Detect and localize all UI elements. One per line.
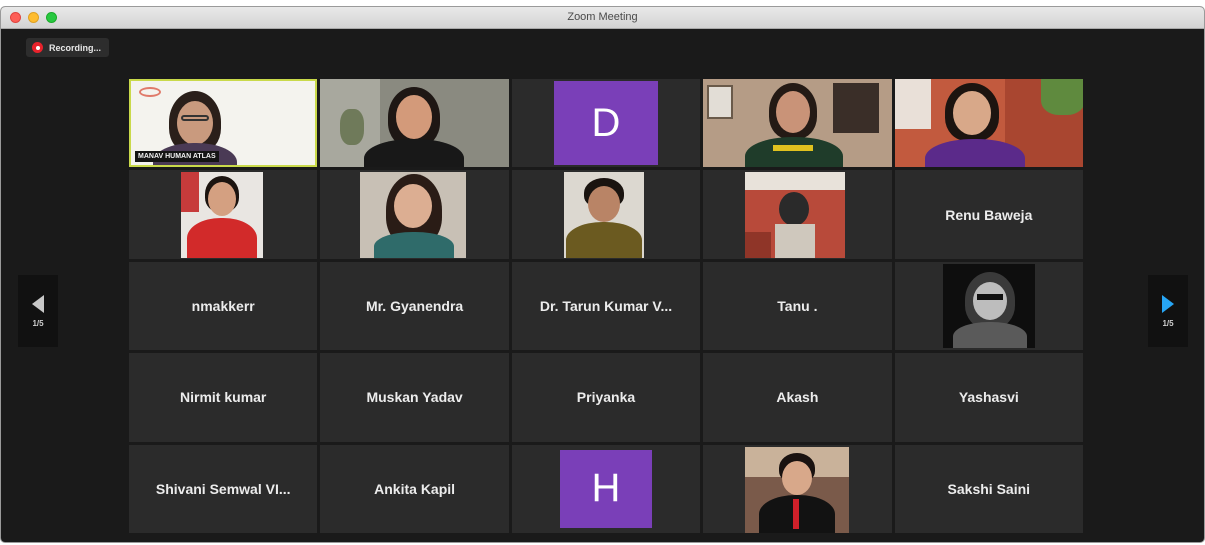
- participant-tile[interactable]: H: [511, 444, 701, 533]
- participant-name: Ankita Kapil: [374, 480, 456, 497]
- participant-tile[interactable]: [320, 79, 509, 168]
- participant-initial-avatar: D: [553, 81, 658, 166]
- participant-video: [181, 172, 263, 259]
- participant-video: [360, 172, 467, 259]
- participant-tile[interactable]: Sakshi Saini: [894, 444, 1083, 533]
- participant-initial-avatar: H: [559, 449, 652, 528]
- participant-video: [745, 446, 850, 533]
- participant-video: [745, 172, 846, 259]
- participant-tile[interactable]: Tanu .: [703, 261, 892, 351]
- participant-name: Nirmit kumar: [180, 389, 267, 406]
- participant-tile[interactable]: [894, 261, 1083, 351]
- participant-video: [563, 172, 644, 259]
- participant-tile[interactable]: [320, 170, 509, 259]
- page-indicator-right: 1/5: [1162, 318, 1174, 328]
- window-title: Zoom Meeting: [567, 11, 638, 23]
- participant-video: [942, 263, 1035, 348]
- participant-tile[interactable]: Akash: [703, 353, 892, 442]
- participant-tile[interactable]: Ankita Kapil: [320, 444, 509, 533]
- participant-name: Priyanka: [576, 389, 636, 406]
- participant-name: Shivani Semwal VI...: [155, 480, 291, 497]
- participant-name: Dr. Tarun Kumar V...: [539, 297, 673, 314]
- participant-tile[interactable]: [511, 170, 701, 259]
- zoom-window: Zoom Meeting Recording... 1/5 1/5 MANAV …: [0, 6, 1205, 543]
- participant-name: Yashasvi: [958, 389, 1019, 406]
- participant-name: Akash: [776, 389, 819, 406]
- title-bar: Zoom Meeting: [1, 7, 1204, 29]
- participant-name: nmakkerr: [191, 297, 255, 314]
- participant-tile[interactable]: [894, 79, 1083, 168]
- participant-name: Muskan Yadav: [366, 389, 463, 406]
- participant-tile[interactable]: Yashasvi: [894, 353, 1083, 442]
- gallery-grid: MANAV HUMAN ATLAS D Renu Baweja nmakkerr…: [129, 79, 1083, 533]
- next-page-button[interactable]: 1/5: [1148, 275, 1188, 347]
- participant-tile[interactable]: nmakkerr: [129, 261, 318, 351]
- recording-indicator[interactable]: Recording...: [26, 38, 110, 57]
- participant-video: [320, 79, 509, 168]
- participant-tile[interactable]: Nirmit kumar: [129, 353, 318, 442]
- participant-name: Renu Baweja: [945, 206, 1033, 223]
- participant-name: Sakshi Saini: [947, 480, 1031, 497]
- participant-tile[interactable]: Renu Baweja: [894, 170, 1083, 259]
- participant-tile[interactable]: Dr. Tarun Kumar V...: [511, 261, 701, 351]
- recording-label: Recording...: [49, 42, 102, 53]
- participant-tile[interactable]: Shivani Semwal VI...: [129, 444, 318, 533]
- participant-name: Mr. Gyanendra: [365, 297, 464, 314]
- participant-tile[interactable]: MANAV HUMAN ATLAS: [129, 79, 318, 168]
- arrow-right-icon: [1162, 294, 1174, 313]
- participant-tile[interactable]: Mr. Gyanendra: [320, 261, 509, 351]
- arrow-left-icon: [32, 294, 44, 313]
- participant-tile[interactable]: [703, 79, 892, 168]
- participant-name: Tanu .: [777, 297, 818, 314]
- record-icon: [32, 42, 43, 53]
- participant-tile[interactable]: [129, 170, 318, 259]
- participant-tile[interactable]: D: [511, 79, 701, 168]
- page-indicator-left: 1/5: [32, 318, 44, 328]
- participant-video: [703, 79, 892, 168]
- previous-page-button[interactable]: 1/5: [18, 275, 58, 347]
- participant-tile[interactable]: [703, 444, 892, 533]
- participant-tile[interactable]: [703, 170, 892, 259]
- participant-video: [894, 79, 1083, 168]
- participant-tile[interactable]: Priyanka: [511, 353, 701, 442]
- participant-name-tag: MANAV HUMAN ATLAS: [135, 151, 219, 163]
- participant-tile[interactable]: Muskan Yadav: [320, 353, 509, 442]
